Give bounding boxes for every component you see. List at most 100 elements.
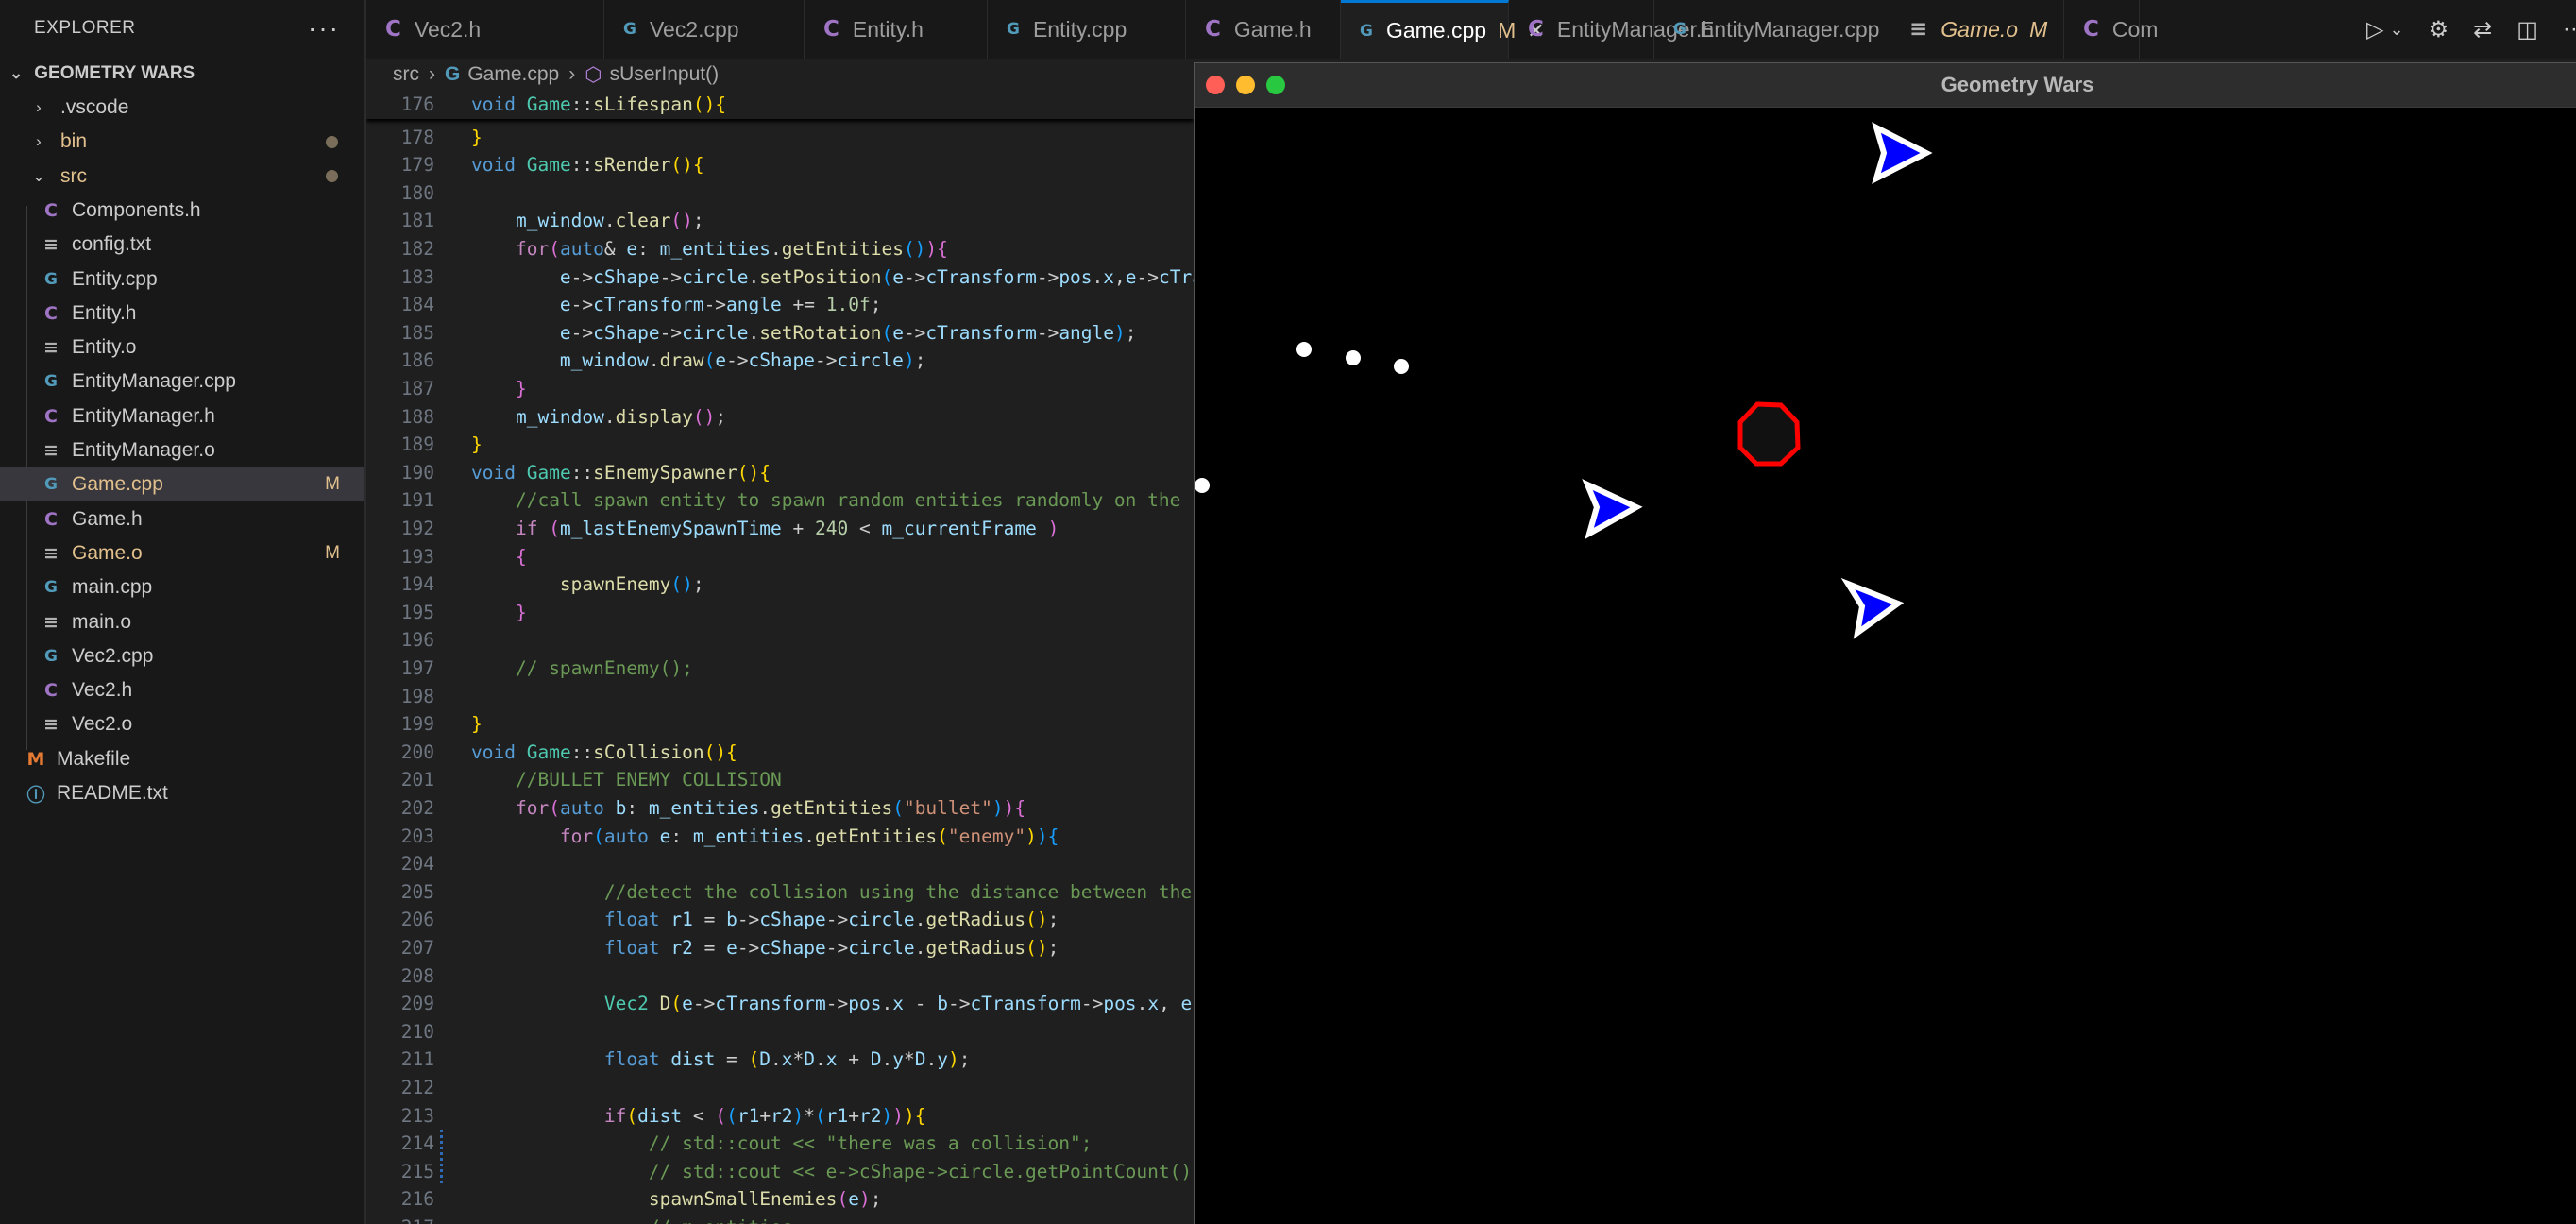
tab-com[interactable]: C Com xyxy=(2064,0,2158,59)
code-line[interactable]: 214 // std::cout << "there was a collisi… xyxy=(366,1130,1194,1158)
code-line[interactable]: 201 //BULLET ENEMY COLLISION xyxy=(366,766,1194,794)
breadcrumb-file[interactable]: Game.cpp xyxy=(467,63,559,86)
split-editor-icon[interactable]: ◫ xyxy=(2517,16,2538,43)
tab-entity-h[interactable]: C Entity.h xyxy=(805,0,988,59)
git-change-marker[interactable] xyxy=(440,1157,443,1186)
tab-vec2-h[interactable]: C Vec2.h xyxy=(366,0,604,59)
code-line[interactable]: 196 xyxy=(366,626,1194,654)
c-header-icon: C xyxy=(1528,17,1544,42)
game-window-titlebar[interactable]: Geometry Wars xyxy=(1195,63,2576,108)
compare-changes-icon[interactable]: ⇄ xyxy=(2473,16,2492,43)
file-item[interactable]: ≡ Game.o M xyxy=(0,536,364,570)
game-window[interactable]: Geometry Wars xyxy=(1194,62,2576,1224)
more-actions-icon[interactable]: ··· xyxy=(308,13,340,43)
tab-entitymanager-h[interactable]: C EntityManager.h xyxy=(1509,0,1714,59)
minimize-window-icon[interactable] xyxy=(1236,76,1255,94)
file-item[interactable]: C EntityManager.h xyxy=(0,400,364,434)
sticky-scroll-line[interactable]: 176 void Game::sLifespan(){ xyxy=(366,91,1194,119)
code-line[interactable]: 200 void Game::sCollision(){ xyxy=(366,739,1194,767)
code-line[interactable]: 199} xyxy=(366,710,1194,739)
file-item[interactable]: Gmain.cpp xyxy=(0,570,364,604)
code-line[interactable]: 202 for(auto b: m_entities.getEntities("… xyxy=(366,794,1194,823)
code-line[interactable]: 185 e->cShape->circle.setRotation(e->cTr… xyxy=(366,319,1194,348)
tab-entity-cpp[interactable]: G Entity.cpp xyxy=(988,0,1186,59)
tree-item-label: EntityManager.cpp xyxy=(72,370,236,393)
code-line[interactable]: 184 e->cTransform->angle += 1.0f; xyxy=(366,291,1194,319)
code-line[interactable]: 193 { xyxy=(366,543,1194,571)
file-item[interactable]: C Vec2.h xyxy=(0,673,364,707)
file-item[interactable]: ≡ Entity.o xyxy=(0,331,364,365)
file-item[interactable]: G Game.cpp M xyxy=(0,468,364,502)
code-line[interactable]: 215 // std::cout << e->cShape->circle.ge… xyxy=(366,1157,1194,1186)
run-icon[interactable]: ▷ xyxy=(2366,16,2383,43)
file-item[interactable]: ≡ Vec2.o xyxy=(0,707,364,741)
tab-game-cpp[interactable]: G Game.cpp M ✕ xyxy=(1341,0,1545,59)
bullet xyxy=(1195,478,1210,493)
settings-icon[interactable]: ⚙ xyxy=(2429,16,2449,43)
code-line[interactable]: 208 xyxy=(366,962,1194,991)
file-item[interactable]: ⓘ README.txt xyxy=(0,776,364,810)
code-editor[interactable]: 176 void Game::sLifespan(){178} 179 void Ga… xyxy=(366,91,1194,1224)
file-item[interactable]: C Entity.h xyxy=(0,297,364,331)
file-item[interactable]: G Entity.cpp xyxy=(0,263,364,297)
tab-vec2-cpp[interactable]: G Vec2.cpp xyxy=(604,0,805,59)
code-line[interactable]: 181 m_window.clear(); xyxy=(366,207,1194,235)
more-actions-icon[interactable]: ··· xyxy=(2563,16,2576,42)
code-line[interactable]: 206 float r1 = b->cShape->circle.getRadi… xyxy=(366,906,1194,934)
workspace-root[interactable]: ⌄ GEOMETRY WARS xyxy=(0,57,364,91)
code-line[interactable]: 194 spawnEnemy(); xyxy=(366,570,1194,599)
folder-item[interactable]: › .vscode xyxy=(0,91,364,125)
code-text: // spawnEnemy(); xyxy=(515,657,693,679)
line-number: 206 xyxy=(400,909,434,931)
tab-game-o[interactable]: ≡ Game.o M xyxy=(1890,0,2064,59)
code-line[interactable]: 178} xyxy=(366,124,1194,152)
folder-item[interactable]: ⌄ src xyxy=(0,160,364,194)
tab-entitymanager-cpp[interactable]: G EntityManager.cpp xyxy=(1654,0,1890,59)
file-item[interactable]: ≡ EntityManager.o xyxy=(0,434,364,468)
code-line[interactable]: 188 m_window.display(); xyxy=(366,403,1194,432)
code-line[interactable]: 210 xyxy=(366,1018,1194,1046)
code-line[interactable]: 211 float dist = (D.x*D.x + D.y*D.y); xyxy=(366,1046,1194,1074)
code-line[interactable]: 183 e->cShape->circle.setPosition(e->cTr… xyxy=(366,264,1194,292)
code-line[interactable]: 180 xyxy=(366,179,1194,208)
file-item[interactable]: C Components.h xyxy=(0,194,364,228)
code-line[interactable]: 179 void Game::sRender(){ xyxy=(366,151,1194,179)
file-item[interactable]: C Game.h xyxy=(0,502,364,536)
code-line[interactable]: 192 if (m_lastEnemySpawnTime + 240 < m_c… xyxy=(366,515,1194,543)
code-line[interactable]: 190 void Game::sEnemySpawner(){ xyxy=(366,459,1194,487)
code-line[interactable]: 204 xyxy=(366,850,1194,878)
breadcrumb-symbol[interactable]: sUserInput() xyxy=(610,63,720,86)
file-item[interactable]: ≡ main.o xyxy=(0,605,364,639)
code-line[interactable]: 195 } xyxy=(366,599,1194,627)
code-line[interactable]: 186 m_window.draw(e->cShape->circle); xyxy=(366,347,1194,375)
object-file-icon: ≡ xyxy=(43,440,59,461)
git-change-marker[interactable] xyxy=(440,1130,443,1158)
code-line[interactable]: 187 } xyxy=(366,375,1194,403)
file-item[interactable]: G Vec2.cpp xyxy=(0,639,364,673)
file-item[interactable]: G EntityManager.cpp xyxy=(0,365,364,399)
code-text: } xyxy=(515,601,527,623)
code-line[interactable]: 209 Vec2 D(e->cTransform->pos.x - b->cTr… xyxy=(366,990,1194,1018)
code-line[interactable]: 197 // spawnEnemy(); xyxy=(366,654,1194,683)
zoom-window-icon[interactable] xyxy=(1266,76,1285,94)
code-line[interactable]: 191 //call spawn entity to spawn random … xyxy=(366,486,1194,515)
close-window-icon[interactable] xyxy=(1206,76,1225,94)
code-line[interactable]: 216 spawnSmallEnemies(e); xyxy=(366,1185,1194,1214)
breadcrumb-folder[interactable]: src xyxy=(393,63,419,86)
code-line[interactable]: 182 for(auto& e: m_entities.getEntities(… xyxy=(366,235,1194,264)
tab-game-h[interactable]: C Game.h xyxy=(1186,0,1341,59)
file-item[interactable]: ≡ config.txt xyxy=(0,228,364,262)
game-canvas[interactable] xyxy=(1195,107,2575,1223)
run-dropdown-icon[interactable]: ⌄ xyxy=(2389,20,2403,40)
code-line[interactable]: 217 // m_entities. xyxy=(366,1214,1194,1224)
file-item[interactable]: M Makefile xyxy=(0,742,364,776)
code-line[interactable]: 198 xyxy=(366,683,1194,711)
code-line[interactable]: 213 if(dist < ((r1+r2)*(r1+r2))){ xyxy=(366,1102,1194,1130)
code-line[interactable]: 205 //detect the collision using the dis… xyxy=(366,878,1194,907)
code-line[interactable]: 212 xyxy=(366,1074,1194,1102)
code-line[interactable]: 189} xyxy=(366,431,1194,459)
code-line[interactable]: 207 float r2 = e->cShape->circle.getRadi… xyxy=(366,934,1194,962)
bullet xyxy=(1296,342,1312,357)
code-line[interactable]: 203 for(auto e: m_entities.getEntities("… xyxy=(366,823,1194,851)
folder-item[interactable]: › bin xyxy=(0,125,364,159)
